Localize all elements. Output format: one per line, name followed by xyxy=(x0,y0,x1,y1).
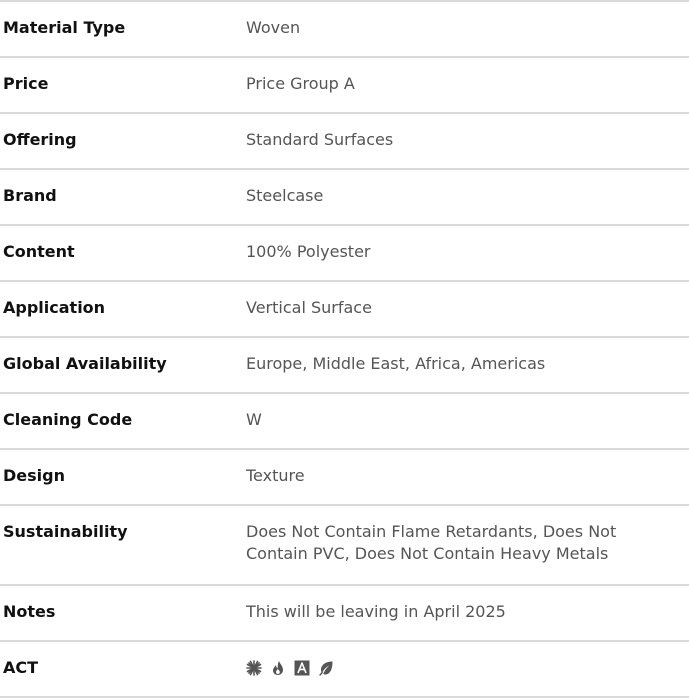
spec-label: Design xyxy=(3,466,65,485)
spec-row-material-type: Material Type Woven xyxy=(0,0,689,56)
spec-row-cleaning-code: Cleaning Code W xyxy=(0,392,689,448)
spec-label: Material Type xyxy=(3,18,126,37)
spec-row-price: Price Price Group A xyxy=(0,56,689,112)
act-icons xyxy=(246,657,689,679)
spec-label: Global Availability xyxy=(3,354,167,373)
letter-a-icon[interactable] xyxy=(294,660,310,676)
spec-value: This will be leaving in April 2025 xyxy=(246,602,506,621)
spec-label: Application xyxy=(3,298,106,317)
spec-row-brand: Brand Steelcase xyxy=(0,168,689,224)
spec-label: Cleaning Code xyxy=(3,410,133,429)
spec-value: Does Not Contain Flame Retardants, Does … xyxy=(246,522,617,563)
spec-value: Price Group A xyxy=(246,74,355,93)
flame-icon[interactable] xyxy=(270,660,286,676)
spec-value: Vertical Surface xyxy=(246,298,372,317)
spec-row-application: Application Vertical Surface xyxy=(0,280,689,336)
spec-row-sustainability: Sustainability Does Not Contain Flame Re… xyxy=(0,504,689,584)
spec-row-design: Design Texture xyxy=(0,448,689,504)
spec-label: Content xyxy=(3,242,75,261)
spec-value: Steelcase xyxy=(246,186,324,205)
leaf-icon[interactable] xyxy=(318,660,334,676)
spec-row-offering: Offering Standard Surfaces xyxy=(0,112,689,168)
specs-table: Material Type Woven Price Price Group A … xyxy=(0,0,689,698)
spec-label: Sustainability xyxy=(3,522,128,541)
spec-row-notes: Notes This will be leaving in April 2025 xyxy=(0,584,689,640)
spec-value: Texture xyxy=(246,466,305,485)
spec-label: Offering xyxy=(3,130,77,149)
spec-label: Notes xyxy=(3,602,56,621)
spec-value: 100% Polyester xyxy=(246,242,371,261)
spec-value: Europe, Middle East, Africa, Americas xyxy=(246,354,546,373)
spec-row-global-availability: Global Availability Europe, Middle East,… xyxy=(0,336,689,392)
sunburst-icon[interactable] xyxy=(246,660,262,676)
spec-row-content: Content 100% Polyester xyxy=(0,224,689,280)
spec-row-act: ACT xyxy=(0,640,689,698)
spec-value: W xyxy=(246,410,262,429)
spec-label: ACT xyxy=(3,658,39,677)
spec-value: Woven xyxy=(246,18,301,37)
spec-value: Standard Surfaces xyxy=(246,130,394,149)
spec-label: Brand xyxy=(3,186,57,205)
spec-label: Price xyxy=(3,74,49,93)
